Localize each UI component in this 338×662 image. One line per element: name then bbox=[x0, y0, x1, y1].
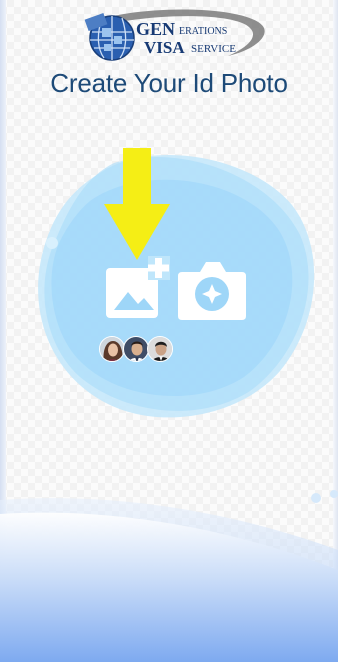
logo-gen-text: GEN bbox=[136, 19, 176, 39]
logo-service-text: SERVICE bbox=[191, 43, 236, 55]
add-photo-icon bbox=[106, 256, 170, 318]
camera-button[interactable] bbox=[178, 258, 246, 320]
down-arrow-icon bbox=[104, 148, 170, 260]
logo-visa-text: VISA bbox=[144, 38, 185, 57]
bottom-wave-decoration bbox=[0, 498, 338, 662]
blob-background bbox=[38, 154, 315, 418]
camera-icon bbox=[178, 262, 246, 320]
avatar bbox=[147, 336, 173, 362]
page-title: Create Your Id Photo bbox=[50, 68, 288, 98]
logo-erations-text: ERATIONS bbox=[179, 26, 228, 37]
sample-avatars bbox=[99, 336, 175, 364]
avatar bbox=[123, 336, 149, 362]
decorative-dots bbox=[311, 490, 338, 503]
brand-logo: GEN ERATIONS VISA SERVICE bbox=[78, 6, 268, 64]
app-screen: GEN ERATIONS VISA SERVICE Create Your Id… bbox=[0, 0, 338, 662]
avatar bbox=[99, 336, 125, 362]
upload-photo-button[interactable] bbox=[104, 256, 170, 320]
